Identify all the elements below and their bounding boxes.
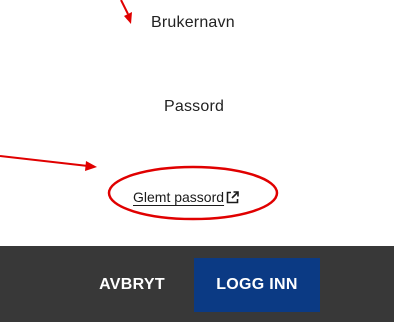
cancel-button[interactable]: AVBRYT (72, 258, 192, 312)
username-label: Brukernavn (151, 14, 235, 31)
annotation-arrowhead-top (124, 12, 132, 24)
login-dialog: Brukernavn Passord Glemt passord AVBRYT … (0, 0, 394, 322)
login-button[interactable]: LOGG INN (194, 258, 320, 312)
password-label: Passord (164, 98, 225, 115)
forgot-password-label: Glemt passord (133, 189, 225, 205)
forgot-password-link[interactable]: Glemt passord (133, 189, 239, 205)
external-link-icon (226, 190, 239, 204)
annotation-arrow-top (120, 0, 129, 15)
annotation-arrowhead-left (85, 161, 97, 171)
annotation-arrow-left (0, 155, 89, 167)
